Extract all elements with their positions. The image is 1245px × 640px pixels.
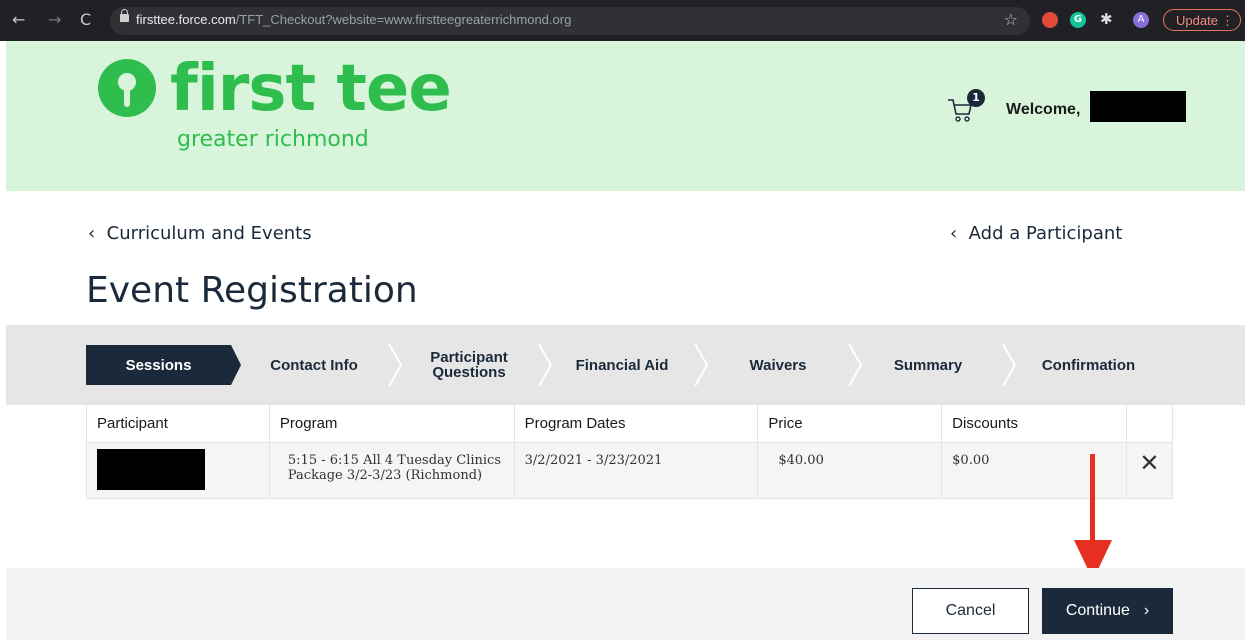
extension-red-icon[interactable] — [1042, 12, 1058, 28]
column-header: Price — [757, 404, 943, 443]
program-dates-cell: 3/2/2021 - 3/23/2021 — [513, 442, 759, 499]
bookmark-star-icon[interactable]: ☆ — [1004, 10, 1018, 29]
table-header-row: Participant Program Program Dates Price … — [86, 404, 1174, 443]
step-chevron-icon — [388, 343, 402, 387]
browser-update-button[interactable]: Update ⋮ — [1163, 9, 1241, 31]
redacted-user-name — [1090, 91, 1186, 122]
reload-icon[interactable]: C — [80, 9, 91, 31]
red-arrow-annotation — [1090, 454, 1095, 546]
back-to-curriculum-link[interactable]: ‹ Curriculum and Events — [88, 223, 312, 244]
logo-subtitle: greater richmond — [177, 127, 369, 152]
registration-stepper: Sessions Contact Info Participant Questi… — [6, 325, 1245, 405]
welcome-text: Welcome, — [1006, 101, 1081, 118]
column-header: Program Dates — [513, 404, 759, 443]
url-text: firsttee.force.com/TFT_Checkout?website=… — [136, 12, 572, 27]
table-row: 5:15 - 6:15 All 4 Tuesday Clinics Packag… — [86, 442, 1174, 499]
back-arrow-icon[interactable]: ← — [12, 9, 25, 31]
step-chevron-icon — [694, 343, 708, 387]
step-chevron-icon — [538, 343, 552, 387]
puzzle-icon[interactable]: ✱ — [1100, 11, 1116, 27]
remove-cell: ✕ — [1125, 442, 1174, 499]
step-chevron-icon — [1002, 343, 1016, 387]
address-bar[interactable]: firsttee.force.com/TFT_Checkout?website=… — [110, 7, 1030, 35]
step-financial-aid[interactable]: Financial Aid — [562, 345, 682, 385]
add-participant-link[interactable]: ‹ Add a Participant — [950, 223, 1122, 244]
price-cell: $40.00 — [757, 442, 943, 499]
participant-cell — [86, 442, 270, 499]
discounts-cell: $0.00 — [941, 442, 1127, 499]
lock-icon — [120, 9, 129, 22]
step-contact-info[interactable]: Contact Info — [254, 345, 374, 385]
program-cell: 5:15 - 6:15 All 4 Tuesday Clinics Packag… — [268, 442, 515, 499]
page-title: Event Registration — [86, 270, 418, 311]
step-waivers[interactable]: Waivers — [728, 345, 828, 385]
column-header: Discounts — [941, 404, 1127, 443]
cart-count-badge: 1 — [967, 89, 985, 107]
remove-session-icon[interactable]: ✕ — [1139, 449, 1159, 477]
forward-arrow-icon[interactable]: → — [48, 9, 61, 31]
cancel-button[interactable]: Cancel — [912, 588, 1029, 634]
step-participant-questions[interactable]: Participant Questions — [414, 345, 524, 385]
step-chevron-icon — [848, 343, 862, 387]
browser-toolbar: ← → C firsttee.force.com/TFT_Checkout?we… — [0, 0, 1245, 41]
redacted-participant-name — [97, 449, 205, 490]
chevron-right-icon: › — [1143, 602, 1150, 619]
step-summary[interactable]: Summary — [878, 345, 978, 385]
site-header: first tee greater richmond 1 Welcome, — [6, 41, 1245, 191]
step-confirmation[interactable]: Confirmation — [1026, 345, 1151, 385]
column-header: Participant — [86, 404, 270, 443]
step-sessions[interactable]: Sessions — [86, 345, 241, 385]
grammarly-icon[interactable]: G — [1070, 12, 1086, 28]
first-tee-logo-mark-icon[interactable] — [98, 59, 156, 117]
column-header — [1125, 404, 1174, 443]
sessions-table: Participant Program Program Dates Price … — [86, 404, 1174, 499]
continue-button[interactable]: Continue › — [1042, 588, 1173, 634]
column-header: Program — [268, 404, 515, 443]
menu-dots-icon[interactable]: ⋮ — [1221, 10, 1234, 32]
logo-wordmark[interactable]: first tee — [170, 49, 452, 129]
profile-avatar[interactable]: A — [1133, 12, 1149, 28]
